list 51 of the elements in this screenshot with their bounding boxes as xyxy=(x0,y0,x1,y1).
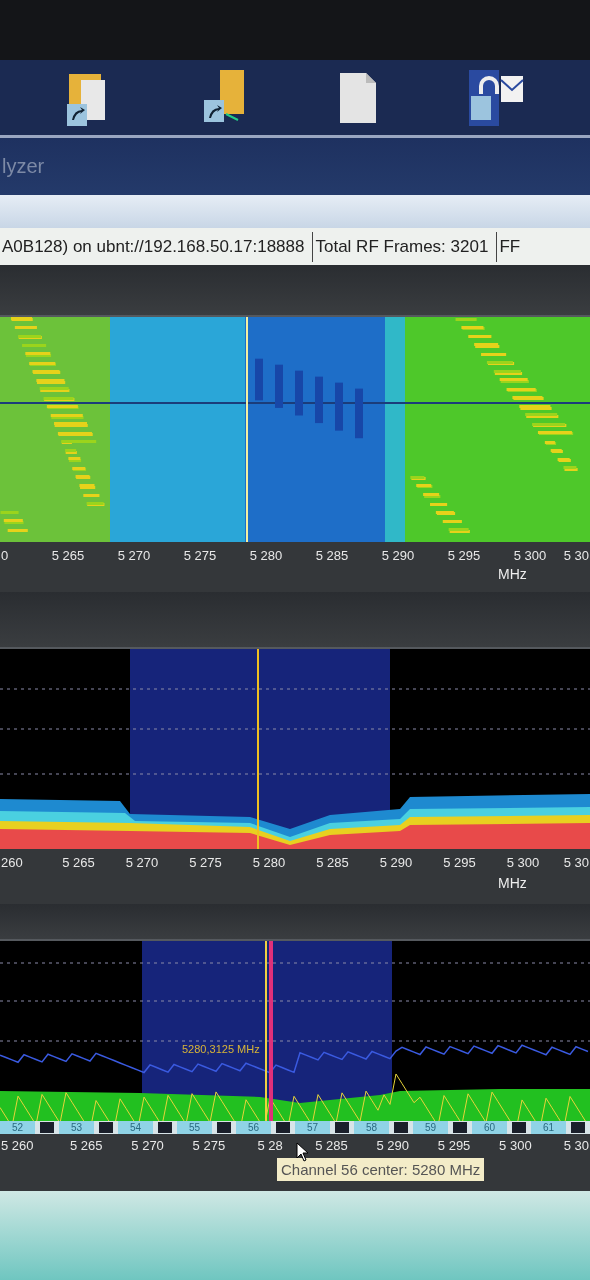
channel-tooltip: Channel 56 center: 5280 MHz xyxy=(277,1158,485,1181)
axis-tick-label: 5 270 xyxy=(131,1138,164,1153)
axis-tick-label: 5 265 xyxy=(51,548,85,563)
marker-frequency-label: 5280,3125 MHz xyxy=(182,1043,260,1055)
channel-number[interactable]: 56 xyxy=(236,1121,271,1134)
status-text: FF xyxy=(498,235,522,258)
axis-tick-label: 5 285 xyxy=(315,548,349,563)
channel-number[interactable]: 57 xyxy=(295,1121,330,1134)
axis-tick-label: 5 300 xyxy=(499,1138,532,1153)
axis-tick-label: 5 285 xyxy=(315,1138,348,1153)
axis-tick-label: 5 275 xyxy=(183,548,217,563)
axis-tick-label: 5 290 xyxy=(379,855,413,870)
axis-tick-label: 5 28 xyxy=(257,1138,283,1153)
axis-tick-label: 5 300 xyxy=(506,855,540,870)
channel-number[interactable]: 52 xyxy=(0,1121,35,1134)
axis-tick-label: 5 285 xyxy=(316,855,349,870)
axis-tick-label: 5 280 xyxy=(252,855,286,870)
axis-tick-label: 5 300 xyxy=(513,548,547,563)
axis-tick-label: 5 270 xyxy=(125,855,159,870)
axis-tick-label: 5 270 xyxy=(117,548,151,563)
status-text: A0B128) on ubnt://192.168.50.17:18888 xyxy=(0,231,314,262)
axis-unit-label: MHz xyxy=(498,566,527,582)
channel-number[interactable]: 55 xyxy=(177,1121,212,1134)
axis-tick-label: 5 30 xyxy=(563,548,589,563)
axis-tick-label: 5 290 xyxy=(381,548,415,563)
axis-tick-label: 5 265 xyxy=(62,855,95,870)
channel-number[interactable]: 58 xyxy=(354,1121,389,1134)
axis-tick-label: 5 295 xyxy=(447,548,481,563)
channel-number[interactable]: 53 xyxy=(59,1121,94,1134)
axis-tick-label: 5 265 xyxy=(70,1138,103,1153)
axis-tick-label: 5 295 xyxy=(443,855,476,870)
window-title: lyzer xyxy=(1,155,45,178)
axis-tick-label: 5 280 xyxy=(249,548,283,563)
axis-tick-label: 0 xyxy=(1,548,9,563)
document-icon[interactable] xyxy=(338,70,379,125)
axis-tick-label: 5 275 xyxy=(189,855,222,870)
axis-tick-label: 5 290 xyxy=(376,1138,410,1153)
axis-tick-label: 5 275 xyxy=(192,1138,226,1153)
lock-mail-shortcut-icon[interactable] xyxy=(468,69,525,126)
channel-number[interactable]: 61 xyxy=(531,1121,566,1134)
axis-unit-label: MHz xyxy=(498,875,527,891)
axis-tick-label: 5 295 xyxy=(437,1138,471,1153)
mouse-cursor-icon xyxy=(296,1142,310,1162)
axis-tick-label: 5 30 xyxy=(563,855,589,870)
status-text: Total RF Frames: 3201 xyxy=(313,231,498,262)
axis-tick-label: 260 xyxy=(1,855,23,870)
axis-tick-label: 5 260 xyxy=(1,1138,34,1153)
channel-number[interactable]: 54 xyxy=(118,1121,153,1134)
channel-number[interactable]: 60 xyxy=(472,1121,507,1134)
channel-number[interactable]: 59 xyxy=(413,1121,448,1134)
axis-tick-label: 5 30 xyxy=(563,1138,589,1153)
